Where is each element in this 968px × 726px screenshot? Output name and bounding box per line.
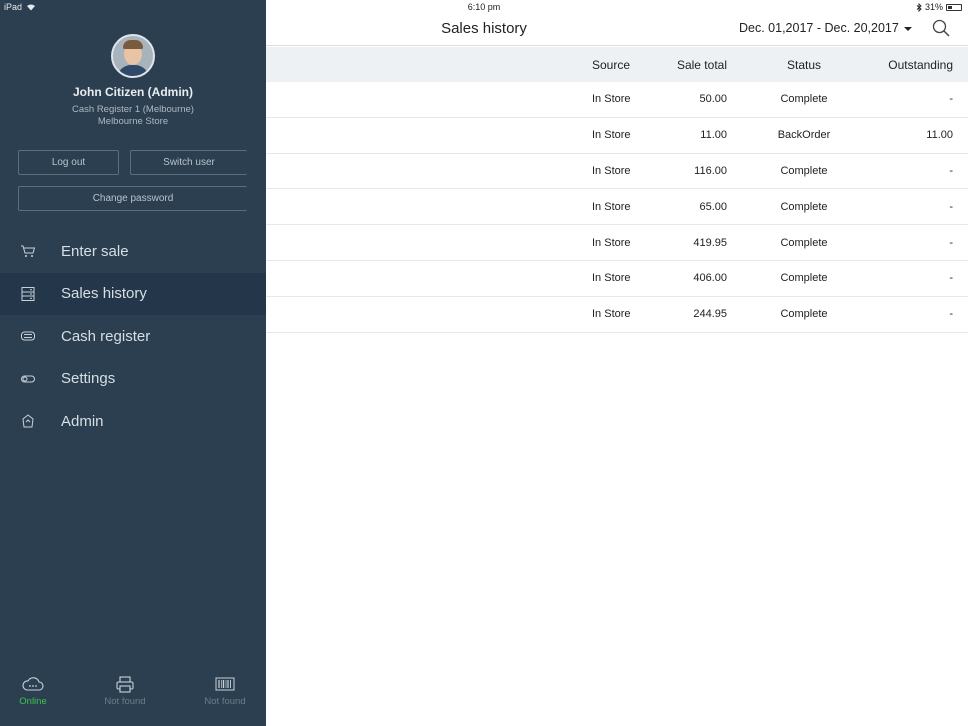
cell-sale-total: 50.00 — [699, 93, 727, 106]
table-header: Source Sale total Status Outstanding — [266, 47, 968, 82]
printer-label: Not found — [104, 696, 146, 707]
cell-outstanding: - — [949, 236, 953, 249]
cash-icon — [21, 331, 35, 341]
table-row[interactable]: In Store 406.00 Complete - — [266, 261, 968, 297]
logout-button[interactable]: Log out — [18, 150, 119, 175]
table-row[interactable]: In Store 50.00 Complete - — [266, 82, 968, 118]
main-panel: Sales history Dec. 01,2017 - Dec. 20,201… — [266, 0, 968, 726]
cell-source: In Store — [592, 236, 631, 249]
printer-status[interactable]: Not found — [90, 674, 160, 707]
sidebar: John Citizen (Admin) Cash Register 1 (Me… — [0, 0, 266, 726]
table-row[interactable]: In Store 244.95 Complete - — [266, 297, 968, 333]
sidebar-item-admin[interactable]: Admin — [0, 400, 266, 443]
cell-status: Complete — [780, 236, 828, 249]
cell-outstanding: - — [949, 308, 953, 321]
date-range-picker[interactable]: Dec. 01,2017 - Dec. 20,2017 — [739, 21, 912, 35]
sidebar-item-label: Settings — [61, 370, 116, 388]
user-profile: John Citizen (Admin) Cash Register 1 (Me… — [0, 34, 266, 128]
cell-source: In Store — [592, 272, 631, 285]
cell-status: Complete — [780, 272, 828, 285]
scanner-label: Not found — [204, 696, 246, 707]
status-bar: iPad 6:10 pm 31% — [0, 0, 968, 14]
cell-source: In Store — [592, 308, 631, 321]
list-icon — [21, 286, 35, 301]
cell-sale-total: 406.00 — [693, 272, 727, 285]
table-row[interactable]: In Store 11.00 BackOrder 11.00 — [266, 118, 968, 154]
cart-icon — [21, 245, 36, 258]
cell-outstanding: - — [949, 164, 953, 177]
cell-source: In Store — [592, 93, 631, 106]
change-password-button[interactable]: Change password — [18, 186, 247, 211]
page-title: Sales history — [441, 20, 527, 37]
cell-outstanding: 11.00 — [926, 129, 953, 142]
sidebar-item-sales-history[interactable]: Sales history — [0, 272, 266, 315]
cell-sale-total: 244.95 — [693, 308, 727, 321]
sidebar-item-settings[interactable]: Settings — [0, 358, 266, 401]
chevron-down-icon — [903, 26, 912, 31]
battery-percent: 31% — [924, 2, 943, 12]
status-right: 31% — [916, 2, 962, 12]
sidebar-item-label: Enter sale — [61, 242, 129, 260]
cell-sale-total: 419.95 — [693, 236, 727, 249]
cell-status: Complete — [780, 164, 828, 177]
barcode-icon — [215, 677, 235, 691]
register-name: Cash Register 1 (Melbourne) — [72, 104, 194, 115]
cell-sale-total: 11.00 — [700, 129, 727, 142]
online-status[interactable]: Online — [0, 674, 68, 707]
cell-sale-total: 116.00 — [694, 164, 727, 177]
cell-outstanding: - — [949, 93, 953, 106]
search-icon[interactable] — [932, 19, 950, 37]
cell-source: In Store — [592, 129, 631, 142]
cloud-icon — [22, 677, 44, 691]
scanner-status[interactable]: Not found — [190, 674, 260, 707]
column-header-source[interactable]: Source — [592, 47, 672, 82]
sidebar-item-label: Sales history — [61, 285, 147, 303]
cell-status: Complete — [780, 308, 828, 321]
sales-table-body: In Store 50.00 Complete - In Store 11.00… — [266, 82, 968, 333]
sidebar-item-cash-register[interactable]: Cash register — [0, 315, 266, 358]
store-name: Melbourne Store — [97, 116, 169, 127]
user-name: John Citizen (Admin) — [73, 85, 193, 99]
cell-status: BackOrder — [777, 129, 831, 142]
toggle-icon — [21, 375, 35, 383]
cell-outstanding: - — [949, 200, 953, 213]
sidebar-item-enter-sale[interactable]: Enter sale — [0, 230, 266, 273]
online-label: Online — [19, 696, 47, 707]
cell-status: Complete — [780, 93, 828, 106]
sidebar-nav: Enter sale Sales history Cash register S… — [0, 230, 266, 443]
sidebar-item-label: Admin — [61, 412, 104, 430]
cell-source: In Store — [592, 200, 631, 213]
switch-user-button[interactable]: Switch user — [130, 150, 247, 175]
column-header-status[interactable]: Status — [759, 47, 849, 82]
cell-status: Complete — [780, 200, 828, 213]
cell-source: In Store — [592, 164, 631, 177]
column-header-outstanding[interactable]: Outstanding — [866, 47, 953, 82]
admin-icon — [22, 414, 34, 428]
table-row[interactable]: In Store 116.00 Complete - — [266, 154, 968, 190]
table-row[interactable]: In Store 65.00 Complete - — [266, 189, 968, 226]
avatar — [111, 34, 155, 78]
cell-outstanding: - — [949, 272, 953, 285]
cell-sale-total: 65.00 — [699, 200, 727, 213]
printer-icon — [116, 675, 134, 693]
status-time: 6:10 pm — [467, 2, 501, 12]
connection-status-bar: Online Not found Not found — [0, 666, 266, 726]
table-row[interactable]: In Store 419.95 Complete - — [266, 225, 968, 261]
date-range-label: Dec. 01,2017 - Dec. 20,2017 — [739, 21, 899, 35]
sidebar-item-label: Cash register — [61, 327, 151, 345]
bluetooth-icon — [916, 2, 922, 12]
battery-icon — [946, 3, 962, 11]
column-header-sale-total[interactable]: Sale total — [666, 47, 727, 82]
